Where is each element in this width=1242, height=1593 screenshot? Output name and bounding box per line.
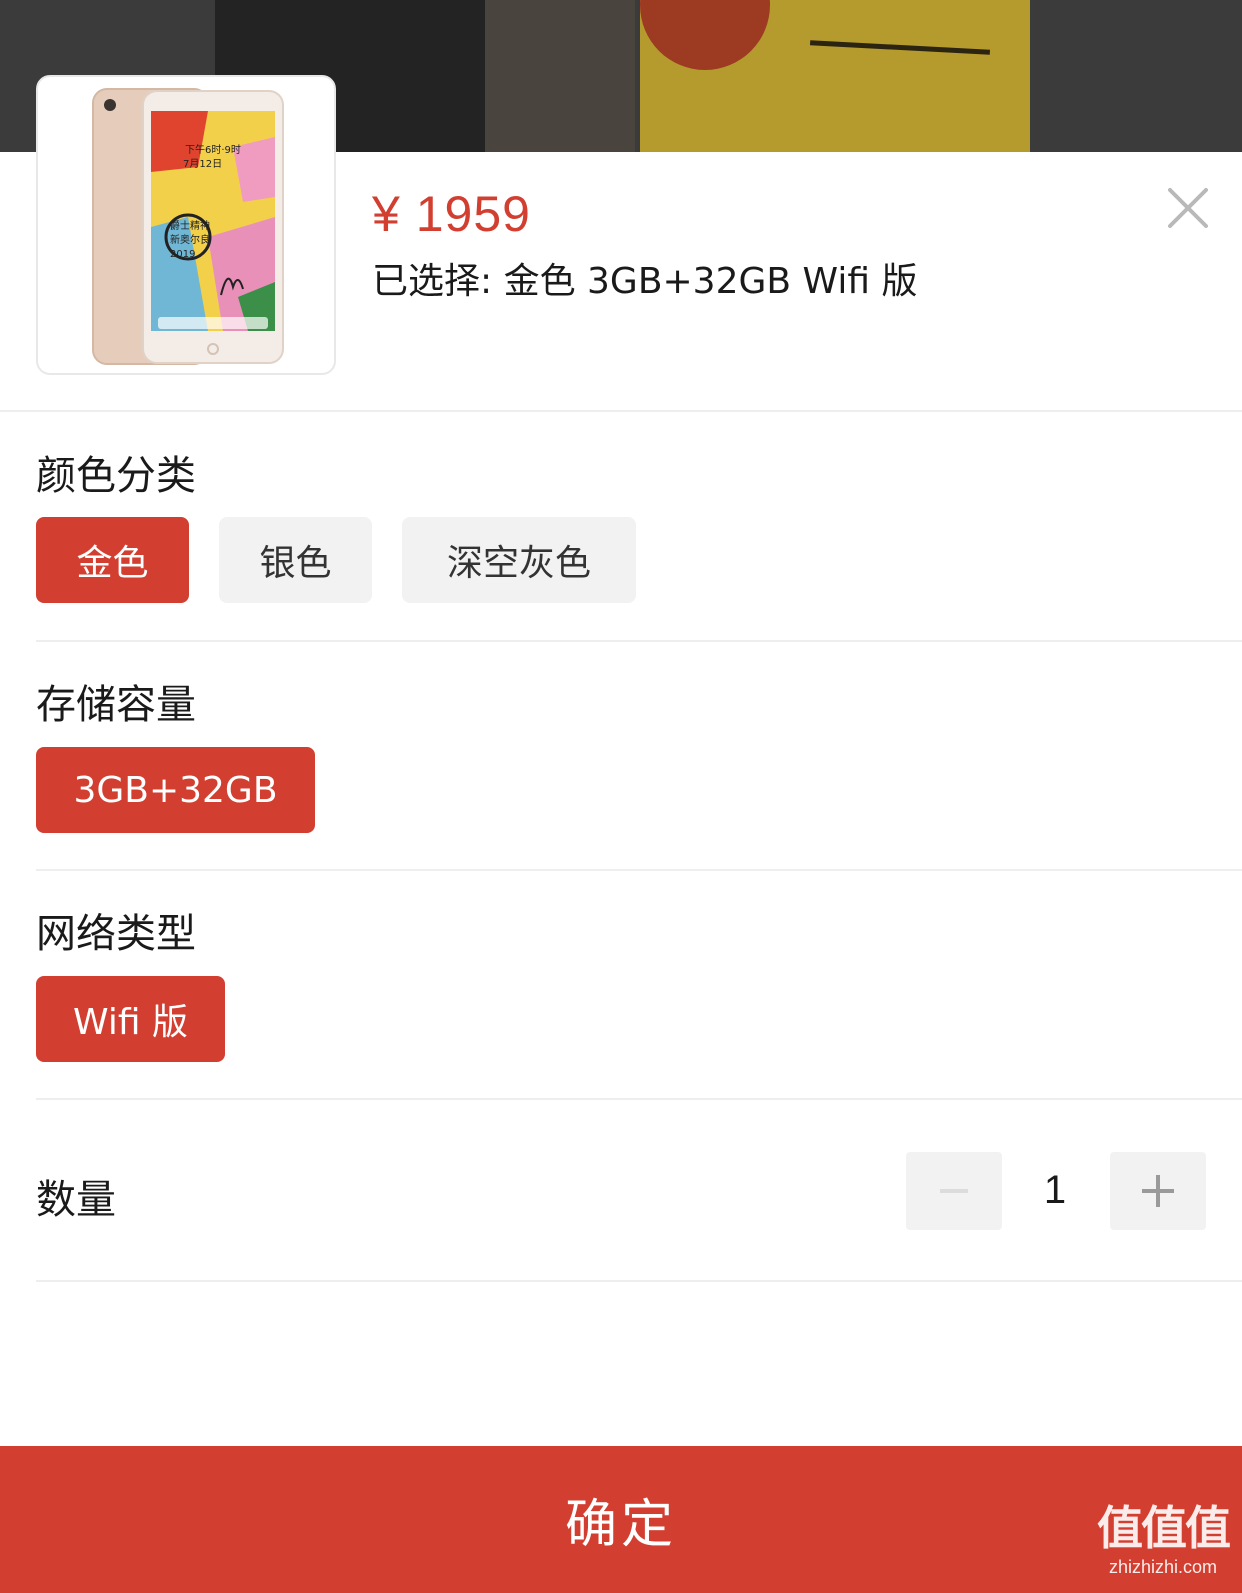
- network-section-title: 网络类型: [36, 911, 196, 957]
- quantity-value[interactable]: 1: [1010, 1168, 1100, 1213]
- site-watermark: 值值值 zhizhizhi.com: [1088, 1505, 1238, 1578]
- selected-sku-summary: 已选择: 金色 3GB+32GB Wifi 版: [372, 261, 918, 302]
- plus-icon: [1142, 1175, 1174, 1207]
- product-thumbnail: 下午6时·9时 7月12日 爵士精神 新奥尔良 2019: [36, 75, 336, 375]
- storage-option-3gb-32gb[interactable]: 3GB+32GB: [36, 747, 315, 833]
- divider: [36, 869, 1242, 871]
- divider: [36, 640, 1242, 642]
- watermark-url: zhizhizhi.com: [1108, 1557, 1218, 1577]
- svg-text:下午6时·9时: 下午6时·9时: [185, 143, 241, 156]
- storage-section-title: 存储容量: [36, 682, 196, 728]
- confirm-button-label: 确定: [564, 1495, 677, 1555]
- color-section-title: 颜色分类: [36, 453, 196, 499]
- quantity-decrease-button[interactable]: [906, 1152, 1002, 1230]
- product-price: ¥ 1959: [372, 186, 531, 242]
- watermark-logo-text: 值值值: [1097, 1501, 1231, 1555]
- network-option-wifi[interactable]: Wifi 版: [36, 976, 225, 1062]
- close-button[interactable]: [1160, 180, 1216, 236]
- close-icon: [1168, 188, 1208, 228]
- color-option-silver[interactable]: 银色: [219, 517, 372, 603]
- divider: [0, 410, 1242, 412]
- divider: [36, 1098, 1242, 1100]
- divider: [36, 1280, 1242, 1282]
- color-option-space-gray[interactable]: 深空灰色: [402, 517, 636, 603]
- confirm-button[interactable]: 确定: [0, 1446, 1242, 1593]
- quantity-label: 数量: [36, 1177, 116, 1223]
- minus-icon: [940, 1189, 968, 1193]
- ipad-image: 下午6时·9时 7月12日 爵士精神 新奥尔良 2019: [92, 88, 284, 365]
- svg-text:7月12日: 7月12日: [183, 158, 222, 170]
- quantity-increase-button[interactable]: [1110, 1152, 1206, 1230]
- svg-text:2019: 2019: [170, 249, 195, 260]
- svg-text:爵士精神: 爵士精神: [170, 219, 210, 232]
- svg-text:新奥尔良: 新奥尔良: [170, 233, 210, 246]
- color-option-gold[interactable]: 金色: [36, 517, 189, 603]
- backdrop-shape: [485, 0, 635, 152]
